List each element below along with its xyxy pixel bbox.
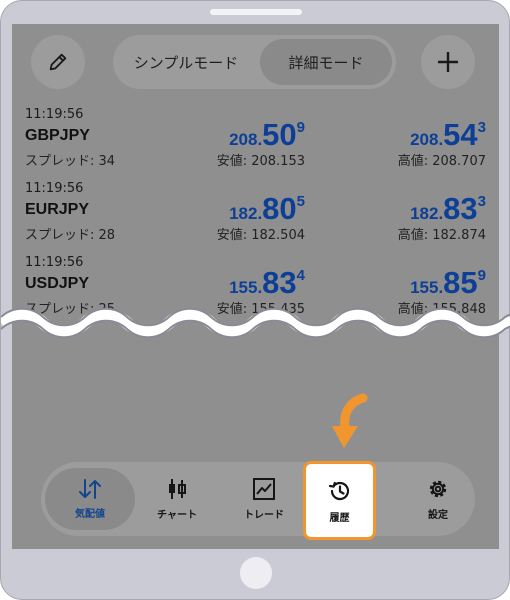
ask-price[interactable]: 182.833: [346, 191, 486, 227]
bid-price[interactable]: 155.834: [165, 265, 305, 301]
bid-price[interactable]: 208.509: [165, 117, 305, 153]
nav-tab-trade[interactable]: トレード: [221, 462, 307, 536]
history-clock-icon: [328, 481, 349, 500]
bid-price-main: 208.: [229, 130, 263, 149]
quotes-arrows-icon: [79, 479, 101, 499]
nav-tab-label: 気配値: [75, 509, 105, 520]
high-price: 高値: 182.874: [397, 228, 486, 243]
low-price: 安値: 208.153: [216, 154, 305, 169]
home-button[interactable]: [240, 557, 272, 589]
screen-break-wave: [1, 307, 510, 339]
bid-price-main: 182.: [229, 204, 263, 223]
add-symbol-button[interactable]: [421, 35, 475, 89]
ask-price-main: 182.: [410, 204, 444, 223]
nav-tab-history[interactable]: 履歴: [303, 461, 376, 540]
low-price: 安値: 182.504: [216, 228, 305, 243]
app-screen: シンプルモード 詳細モード 11:19:56 GBPJPY スプレッド: 34 …: [12, 24, 499, 549]
quote-time: 11:19:56: [25, 107, 84, 122]
bid-price-main: 155.: [229, 278, 263, 297]
ask-price-pips: 54: [443, 117, 478, 152]
bid-price-pips: 50: [262, 117, 297, 152]
ask-price-fraction: 9: [477, 267, 486, 284]
quote-spread: スプレッド: 34: [25, 154, 116, 169]
ask-price[interactable]: 155.859: [346, 265, 486, 301]
bid-price-pips: 83: [262, 265, 297, 300]
bid-price-fraction: 9: [296, 119, 305, 136]
quote-row[interactable]: 11:19:56 GBPJPY スプレッド: 34 208.509 208.54…: [12, 107, 499, 181]
ask-price-fraction: 3: [477, 193, 486, 210]
nav-tab-chart[interactable]: チャート: [134, 462, 220, 536]
quote-spread: スプレッド: 28: [25, 228, 116, 243]
bid-price-pips: 80: [262, 191, 297, 226]
quote-symbol: USDJPY: [25, 275, 90, 292]
nav-tab-label: 設定: [428, 510, 448, 521]
mode-switch: シンプルモード 詳細モード: [113, 35, 396, 89]
ask-price-pips: 85: [443, 265, 478, 300]
simple-mode-tab[interactable]: シンプルモード: [113, 35, 259, 89]
plus-icon: [438, 52, 458, 72]
pencil-icon: [49, 53, 67, 71]
bid-price[interactable]: 182.805: [165, 191, 305, 227]
high-price: 高値: 208.707: [397, 154, 486, 169]
bid-price-fraction: 4: [296, 267, 305, 284]
quote-symbol: EURJPY: [25, 201, 90, 218]
candlestick-icon: [169, 479, 186, 499]
gear-icon: [429, 480, 447, 498]
pointer-arrow-icon: [332, 393, 368, 448]
quote-time: 11:19:56: [25, 255, 84, 270]
speaker-slot: [210, 9, 302, 15]
tablet-frame: シンプルモード 詳細モード 11:19:56 GBPJPY スプレッド: 34 …: [0, 0, 510, 600]
nav-tab-quotes[interactable]: 気配値: [47, 462, 133, 536]
edit-button[interactable]: [31, 35, 85, 89]
nav-tab-label: 履歴: [329, 512, 350, 524]
ask-price-main: 208.: [410, 130, 444, 149]
trade-chart-icon: [253, 478, 275, 500]
nav-tab-label: チャート: [157, 510, 197, 521]
bottom-nav: 気配値 チャート トレード 設定: [41, 462, 475, 536]
nav-tab-settings[interactable]: 設定: [395, 462, 481, 536]
bid-price-fraction: 5: [296, 193, 305, 210]
quote-time: 11:19:56: [25, 181, 84, 196]
quote-row[interactable]: 11:19:56 EURJPY スプレッド: 28 182.805 182.83…: [12, 181, 499, 255]
ask-price-fraction: 3: [477, 119, 486, 136]
nav-tab-label: トレード: [244, 510, 284, 521]
ask-price-main: 155.: [410, 278, 444, 297]
ask-price[interactable]: 208.543: [346, 117, 486, 153]
detail-mode-tab[interactable]: 詳細モード: [260, 39, 392, 85]
quote-symbol: GBPJPY: [25, 127, 90, 144]
ask-price-pips: 83: [443, 191, 478, 226]
